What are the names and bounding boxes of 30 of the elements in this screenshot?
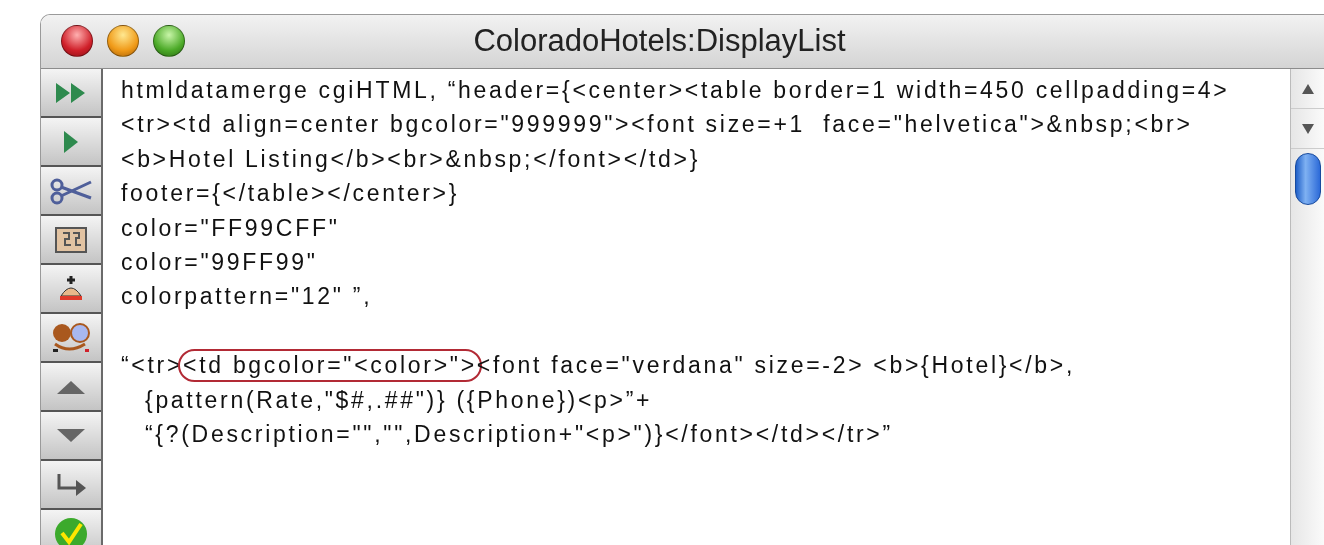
scissors-button[interactable]: [41, 167, 101, 216]
play-icon: [62, 128, 80, 155]
down-arrow-icon: [1300, 122, 1315, 135]
code-line: colorpattern="12" ”,: [121, 282, 374, 312]
code-line: htmldatamerge cgiHTML, “header={<center><table border=1 width=450 cellpadding=4>: [121, 76, 1231, 105]
code-line: color="FF99CFF": [121, 213, 341, 243]
checkmark-icon: [53, 515, 89, 545]
down-triangle-icon: [55, 427, 87, 444]
code-line: {pattern(Rate,"$#,.##")} ({Phone})<p>”+: [144, 385, 654, 415]
faces-button[interactable]: [41, 314, 101, 363]
up-triangle-icon: [55, 378, 87, 395]
up-arrow-icon: [1300, 82, 1315, 95]
minimize-button[interactable]: [107, 25, 139, 57]
zoom-button[interactable]: [153, 25, 185, 57]
window-title: ColoradoHotels:DisplayList: [472, 22, 847, 60]
up-button[interactable]: [41, 363, 101, 412]
step-into-button[interactable]: [41, 461, 101, 510]
code-line: <b>Hotel Listing</b><br>&nbsp;</font></td>}: [121, 144, 702, 174]
close-button[interactable]: [61, 25, 93, 57]
check-button[interactable]: [41, 510, 101, 545]
code-line: <tr><td align=center bgcolor="999999"><font size=+1 face="helvetica">&nbsp;<br>: [121, 110, 1194, 140]
play-button[interactable]: [41, 118, 101, 167]
puzzle-button[interactable]: [41, 216, 101, 265]
code-line: footer={</table></center>}: [121, 179, 461, 209]
code-line: color="99FF99": [121, 248, 319, 278]
stamp-button[interactable]: [41, 265, 101, 314]
down-button[interactable]: [41, 412, 101, 461]
fast-forward-button[interactable]: [41, 69, 101, 118]
code-line: “{?(Description="","",Description+"<p>")}</font></td></tr>”: [144, 420, 894, 450]
scroll-thumb[interactable]: [1294, 153, 1321, 205]
